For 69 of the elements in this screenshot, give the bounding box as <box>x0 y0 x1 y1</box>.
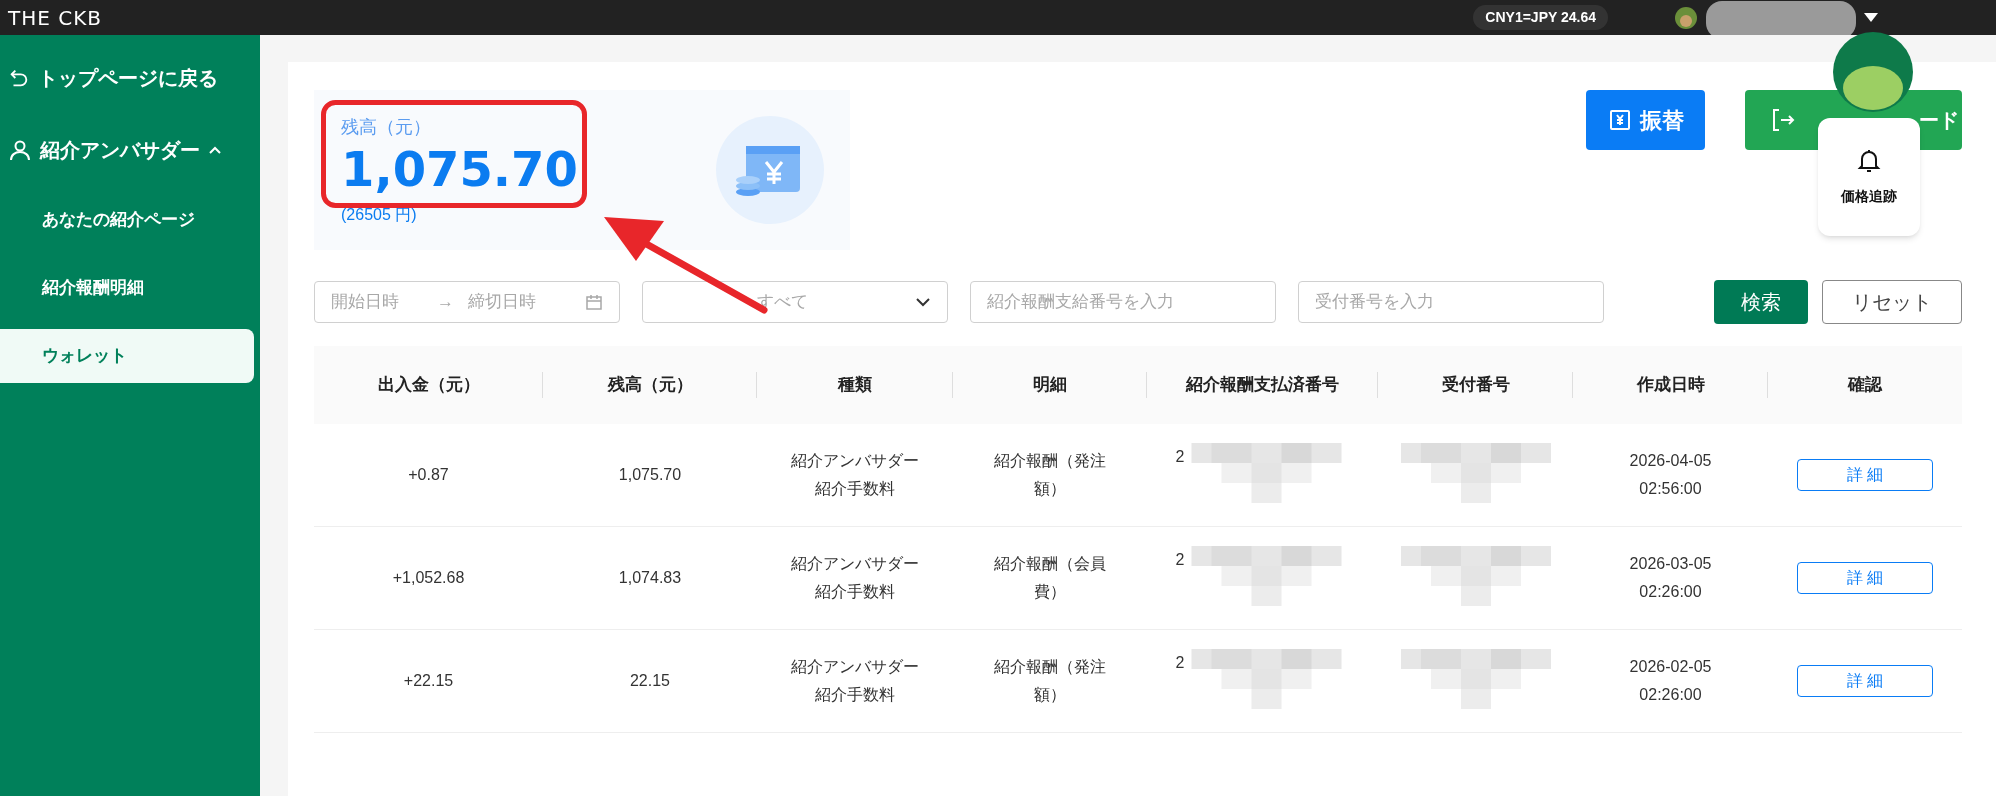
balance-label: 残高（元） <box>341 115 432 139</box>
table-cell-text: 紹介報酬（会員 <box>994 554 1106 574</box>
table-cell-text: 額） <box>1034 479 1066 499</box>
range-arrow: → <box>437 291 454 314</box>
exchange-rate: CNY1=JPY 24.64 <box>1473 5 1608 30</box>
export-icon <box>1771 107 1797 133</box>
table-cell-text: 2026-04-05 <box>1629 451 1712 471</box>
column-header: 作成日時 <box>1636 374 1705 397</box>
table-cell-text: 2026-02-05 <box>1629 657 1712 677</box>
return-icon <box>8 67 30 89</box>
search-button[interactable]: 検索 <box>1714 280 1808 324</box>
column-header: 種類 <box>838 374 872 397</box>
table-cell-text: 2 <box>1175 447 1185 467</box>
chevron-down-icon <box>915 297 931 307</box>
logo[interactable]: THE CKB <box>8 2 103 33</box>
table-cell-text: 紹介報酬（発注 <box>994 657 1106 677</box>
table-cell-text: 2026-03-05 <box>1629 554 1712 574</box>
start-date-placeholder: 開始日時 <box>331 291 399 314</box>
table-cell-text: 2 <box>1175 550 1185 570</box>
sidebar-item[interactable]: あなたの紹介ページ <box>0 193 254 247</box>
table-cell-text: 紹介アンバサダー <box>791 451 919 471</box>
column-header: 出入金（元） <box>377 374 480 397</box>
table-cell-text: +22.15 <box>402 671 455 691</box>
balance-yen: (26505 円) <box>341 204 418 225</box>
column-header: 受付番号 <box>1441 374 1510 397</box>
column-header: 紹介報酬支払済番号 <box>1186 374 1339 397</box>
detail-button[interactable]: 詳 細 <box>1797 665 1933 697</box>
reset-button[interactable]: リセット <box>1822 280 1962 324</box>
detail-button[interactable]: 詳 細 <box>1797 562 1933 594</box>
receipt-number-field[interactable]: 受付番号を入力 <box>1298 281 1604 323</box>
balance-amount: 1,075.70 <box>341 140 578 197</box>
date-range-field[interactable]: 開始日時 → 締切日時 <box>314 281 620 323</box>
sidebar-item[interactable]: 紹介報酬明細 <box>0 261 254 315</box>
table-cell-text: 22.15 <box>628 671 671 691</box>
table-cell-text: 紹介報酬（発注 <box>994 451 1106 471</box>
table-cell-text: +0.87 <box>407 465 450 485</box>
table-cell-text: 費） <box>1034 582 1066 602</box>
sidebar-item[interactable]: ウォレット <box>0 329 254 383</box>
price-tracking-card[interactable]: 価格追跡 <box>1818 118 1920 236</box>
table-cell-text: 02:26:00 <box>1639 685 1702 705</box>
sidebar-section[interactable]: 紹介アンバサダー <box>0 129 260 171</box>
table-cell-text: +1,052.68 <box>391 568 466 588</box>
bell-icon <box>1857 147 1881 174</box>
table-cell-text: 紹介手数料 <box>815 685 895 705</box>
column-header: 明細 <box>1033 374 1067 397</box>
calendar-icon <box>585 293 603 311</box>
table-cell-text: 02:26:00 <box>1639 582 1702 602</box>
back-link[interactable]: トップページに戻る <box>0 57 260 99</box>
payout-number-field[interactable]: 紹介報酬支給番号を入力 <box>970 281 1276 323</box>
transfer-button[interactable]: 振替 <box>1586 90 1705 150</box>
table-cell-text: 紹介アンバサダー <box>791 657 919 677</box>
table-cell-text: 1,075.70 <box>617 465 683 485</box>
detail-button[interactable]: 詳 細 <box>1797 459 1933 491</box>
caret-icon[interactable] <box>1864 12 1878 23</box>
person-icon <box>8 138 32 162</box>
column-header: 確認 <box>1848 374 1882 397</box>
table-cell-text: 2 <box>1175 653 1185 673</box>
yen-card-icon <box>1607 108 1632 132</box>
table-cell-text: 紹介アンバサダー <box>791 554 919 574</box>
table-cell-text: 紹介手数料 <box>815 479 895 499</box>
table-cell-text: 紹介手数料 <box>815 582 895 602</box>
user-avatar[interactable] <box>1674 5 1698 30</box>
table-cell-text: 1,074.83 <box>617 568 683 588</box>
end-date-placeholder: 締切日時 <box>468 291 536 314</box>
table-cell-text: 02:56:00 <box>1639 479 1702 499</box>
wallet-yen-icon <box>716 116 824 224</box>
table-cell-text: 額） <box>1034 685 1066 705</box>
user-avatar[interactable] <box>1833 32 1913 112</box>
column-header: 残高（元） <box>607 374 693 397</box>
